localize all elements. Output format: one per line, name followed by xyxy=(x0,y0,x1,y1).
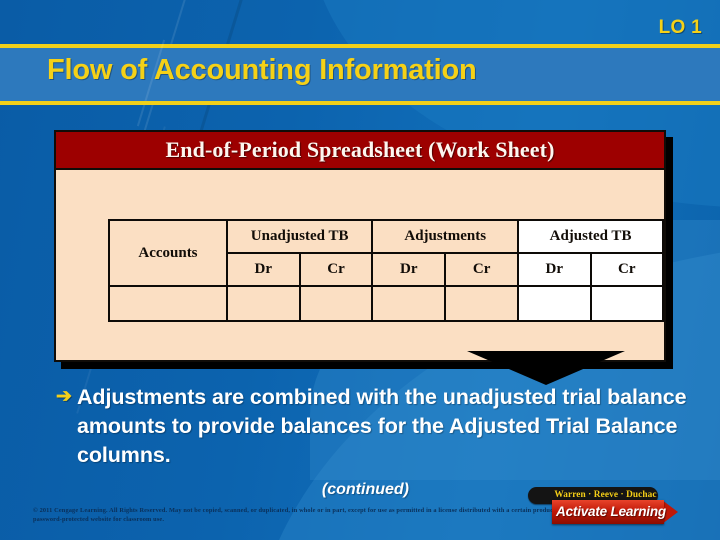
cell-group-adjustments: Adjustments xyxy=(371,219,520,254)
cell-subheader-adjusted-cr: Cr xyxy=(589,252,664,287)
cell-empty-adjusted-cr xyxy=(589,285,664,322)
arrow-right-icon: ➔ xyxy=(56,386,72,407)
slide-canvas: LO 1 Flow of Accounting Information End-… xyxy=(0,0,720,540)
cell-subheader-adjusted-dr: Dr xyxy=(517,252,592,287)
cell-group-unadjusted-tb: Unadjusted TB xyxy=(225,219,374,254)
cell-empty-unadjusted-cr xyxy=(298,285,374,322)
bullet-text: Adjustments are combined with the unadju… xyxy=(77,385,687,467)
cell-empty-accounts xyxy=(108,285,228,322)
page-title: Flow of Accounting Information xyxy=(47,54,477,86)
spreadsheet-panel-title: End-of-Period Spreadsheet (Work Sheet) xyxy=(56,132,664,170)
title-rule-bottom xyxy=(0,101,720,105)
cell-subheader-unadjusted-cr: Cr xyxy=(298,252,374,287)
learning-objective-badge: LO 1 xyxy=(658,17,702,38)
cell-empty-adjustments-dr xyxy=(371,285,447,322)
spreadsheet-panel: End-of-Period Spreadsheet (Work Sheet) A… xyxy=(54,130,666,385)
cell-subheader-adjustments-cr: Cr xyxy=(444,252,520,287)
cell-accounts-label: Accounts xyxy=(108,219,228,287)
continued-label: (continued) xyxy=(321,481,409,498)
cell-subheader-unadjusted-dr: Dr xyxy=(225,252,301,287)
cell-group-adjusted-tb: Adjusted TB xyxy=(517,219,664,254)
cell-empty-unadjusted-dr xyxy=(225,285,301,322)
worksheet-table: Accounts Unadjusted TB Adjustments Adjus… xyxy=(108,219,664,322)
table-row-group-headers: Accounts Unadjusted TB Adjustments Adjus… xyxy=(108,219,664,287)
cell-empty-adjusted-dr xyxy=(517,285,592,322)
flow-down-arrow-icon xyxy=(467,351,625,385)
cell-empty-adjustments-cr xyxy=(444,285,520,322)
cell-subheader-adjustments-dr: Dr xyxy=(371,252,447,287)
logo-tagline-text: Activate Learning xyxy=(556,504,666,519)
table-row-empty xyxy=(108,285,664,322)
bullet-item: ➔ Adjustments are combined with the unad… xyxy=(56,383,688,470)
publisher-logo: Warren · Reeve · Duchac Activate Learnin… xyxy=(528,487,683,528)
